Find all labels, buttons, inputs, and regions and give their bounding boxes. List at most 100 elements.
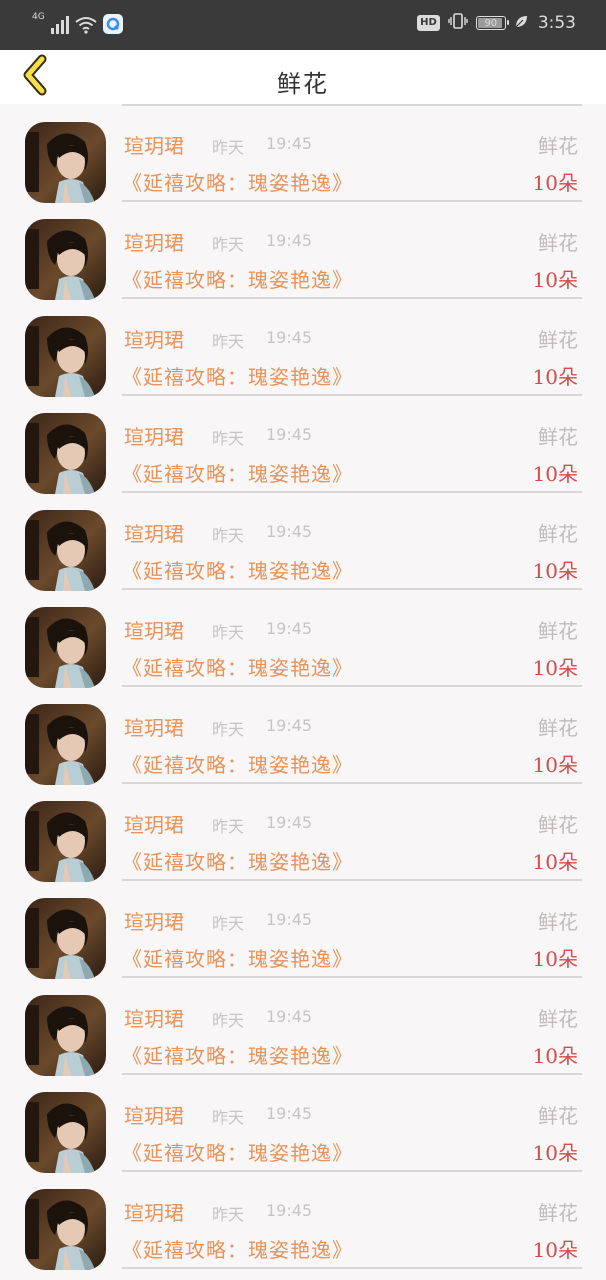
- drama-title: 《延禧攻略：瑰姿艳逸》: [122, 656, 353, 680]
- time-label: 19:45: [266, 813, 313, 832]
- status-bar: 4G HD 90 3:53: [0, 0, 606, 50]
- avatar[interactable]: [25, 607, 106, 688]
- gift-type: 鲜花: [538, 425, 578, 449]
- gift-type: 鲜花: [538, 231, 578, 255]
- drama-title: 《延禧攻略：瑰姿艳逸》: [122, 171, 353, 195]
- wifi-icon: [75, 16, 97, 34]
- gift-type: 鲜花: [538, 619, 578, 643]
- gift-count: 10朵: [532, 850, 578, 874]
- gift-record-row[interactable]: 瑄玥珺 昨天 19:45 鲜花 《延禧攻略：瑰姿艳逸》 10朵: [0, 880, 606, 979]
- user-name: 瑄玥珺: [124, 1007, 184, 1031]
- user-name: 瑄玥珺: [124, 231, 184, 255]
- gift-count: 10朵: [532, 753, 578, 777]
- time-label: 19:45: [266, 1007, 313, 1026]
- time-label: 19:45: [266, 910, 313, 929]
- avatar[interactable]: [25, 995, 106, 1076]
- gift-type: 鲜花: [538, 1007, 578, 1031]
- drama-title: 《延禧攻略：瑰姿艳逸》: [122, 365, 353, 389]
- gift-record-row[interactable]: 瑄玥珺 昨天 19:45 鲜花 《延禧攻略：瑰姿艳逸》 10朵: [0, 492, 606, 591]
- date-label: 昨天: [212, 817, 245, 836]
- gift-record-row[interactable]: 瑄玥珺 昨天 19:45 鲜花 《延禧攻略：瑰姿艳逸》 10朵: [0, 298, 606, 397]
- battery-icon: 90: [475, 16, 509, 30]
- network-type: 4G: [32, 12, 45, 22]
- status-left: 4G: [32, 12, 123, 34]
- date-label: 昨天: [212, 914, 245, 933]
- signal-icon: [50, 14, 69, 34]
- gift-type: 鲜花: [538, 134, 578, 158]
- gift-record-row[interactable]: 瑄玥珺 昨天 19:45 鲜花 《延禧攻略：瑰姿艳逸》 10朵: [0, 1171, 606, 1270]
- time-label: 19:45: [266, 134, 313, 153]
- gift-count: 10朵: [532, 268, 578, 292]
- gift-count: 10朵: [532, 365, 578, 389]
- avatar[interactable]: [25, 1092, 106, 1173]
- date-label: 昨天: [212, 235, 245, 254]
- gift-type: 鲜花: [538, 813, 578, 837]
- hd-badge: HD: [417, 15, 440, 31]
- avatar[interactable]: [25, 704, 106, 785]
- gift-count: 10朵: [532, 559, 578, 583]
- gift-type: 鲜花: [538, 1104, 578, 1128]
- time-label: 19:45: [266, 231, 313, 250]
- title-bar: 鲜花: [0, 50, 606, 104]
- vibrate-icon: [448, 13, 468, 33]
- gift-record-row[interactable]: 瑄玥珺 昨天 19:45 鲜花 《延禧攻略：瑰姿艳逸》 10朵: [0, 1074, 606, 1173]
- user-name: 瑄玥珺: [124, 522, 184, 546]
- gift-type: 鲜花: [538, 328, 578, 352]
- gift-count: 10朵: [532, 656, 578, 680]
- gift-record-list[interactable]: 瑄玥珺 昨天 19:45 鲜花 《延禧攻略：瑰姿艳逸》 10朵 瑄玥珺 昨天 1…: [0, 104, 606, 1280]
- gift-record-row[interactable]: 瑄玥珺 昨天 19:45 鲜花 《延禧攻略：瑰姿艳逸》 10朵: [0, 686, 606, 785]
- gift-count: 10朵: [532, 947, 578, 971]
- drama-title: 《延禧攻略：瑰姿艳逸》: [122, 1141, 353, 1165]
- gift-type: 鲜花: [538, 522, 578, 546]
- gift-record-row[interactable]: 瑄玥珺 昨天 19:45 鲜花 《延禧攻略：瑰姿艳逸》 10朵: [0, 977, 606, 1076]
- user-name: 瑄玥珺: [124, 328, 184, 352]
- user-name: 瑄玥珺: [124, 425, 184, 449]
- gift-count: 10朵: [532, 462, 578, 486]
- date-label: 昨天: [212, 526, 245, 545]
- drama-title: 《延禧攻略：瑰姿艳逸》: [122, 559, 353, 583]
- gift-record-row[interactable]: 瑄玥珺 昨天 19:45 鲜花 《延禧攻略：瑰姿艳逸》 10朵: [0, 589, 606, 688]
- avatar[interactable]: [25, 316, 106, 397]
- leaf-icon: [514, 14, 528, 33]
- user-name: 瑄玥珺: [124, 1201, 184, 1225]
- time-label: 19:45: [266, 522, 313, 541]
- drama-title: 《延禧攻略：瑰姿艳逸》: [122, 268, 353, 292]
- time-label: 19:45: [266, 328, 313, 347]
- gift-type: 鲜花: [538, 716, 578, 740]
- drama-title: 《延禧攻略：瑰姿艳逸》: [122, 1044, 353, 1068]
- drama-title: 《延禧攻略：瑰姿艳逸》: [122, 850, 353, 874]
- gift-record-row[interactable]: 瑄玥珺 昨天 19:45 鲜花 《延禧攻略：瑰姿艳逸》 10朵: [0, 783, 606, 882]
- drama-title: 《延禧攻略：瑰姿艳逸》: [122, 947, 353, 971]
- date-label: 昨天: [212, 623, 245, 642]
- drama-title: 《延禧攻略：瑰姿艳逸》: [122, 1238, 353, 1262]
- time-label: 19:45: [266, 425, 313, 444]
- avatar[interactable]: [25, 898, 106, 979]
- gift-count: 10朵: [532, 1044, 578, 1068]
- user-name: 瑄玥珺: [124, 619, 184, 643]
- gift-record-row[interactable]: 瑄玥珺 昨天 19:45 鲜花 《延禧攻略：瑰姿艳逸》 10朵: [0, 201, 606, 300]
- user-name: 瑄玥珺: [124, 910, 184, 934]
- date-label: 昨天: [212, 138, 245, 157]
- avatar[interactable]: [25, 413, 106, 494]
- page-title: 鲜花: [277, 70, 329, 98]
- battery-level: 90: [484, 17, 498, 29]
- drama-title: 《延禧攻略：瑰姿艳逸》: [122, 753, 353, 777]
- user-name: 瑄玥珺: [124, 813, 184, 837]
- time-label: 19:45: [266, 619, 313, 638]
- date-label: 昨天: [212, 720, 245, 739]
- date-label: 昨天: [212, 332, 245, 351]
- avatar[interactable]: [25, 1189, 106, 1270]
- gift-count: 10朵: [532, 171, 578, 195]
- gift-record-row[interactable]: 瑄玥珺 昨天 19:45 鲜花 《延禧攻略：瑰姿艳逸》 10朵: [0, 104, 606, 203]
- time-label: 19:45: [266, 1201, 313, 1220]
- avatar[interactable]: [25, 219, 106, 300]
- avatar[interactable]: [25, 510, 106, 591]
- avatar[interactable]: [25, 801, 106, 882]
- user-name: 瑄玥珺: [124, 134, 184, 158]
- date-label: 昨天: [212, 1108, 245, 1127]
- user-name: 瑄玥珺: [124, 716, 184, 740]
- time-label: 19:45: [266, 1104, 313, 1123]
- gift-record-row[interactable]: 瑄玥珺 昨天 19:45 鲜花 《延禧攻略：瑰姿艳逸》 10朵: [0, 395, 606, 494]
- date-label: 昨天: [212, 429, 245, 448]
- avatar[interactable]: [25, 122, 106, 203]
